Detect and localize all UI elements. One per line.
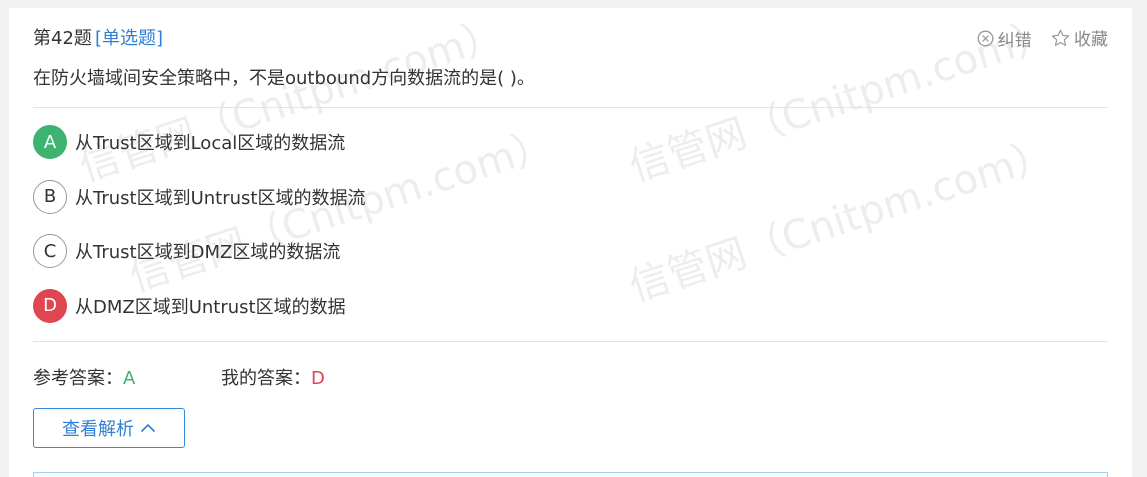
option-b[interactable]: B 从Trust区域到Untrust区域的数据流 (33, 179, 365, 215)
watermark: 信管网（Cnitpm.com） (623, 130, 1060, 312)
option-a[interactable]: A 从Trust区域到Local区域的数据流 (33, 124, 365, 160)
option-text: 从DMZ区域到Untrust区域的数据 (75, 296, 346, 318)
report-error-label: 纠错 (997, 30, 1032, 51)
question-number: 第42题 (33, 28, 92, 49)
star-icon (1051, 29, 1070, 46)
close-circle-icon (977, 30, 994, 46)
question-actions: 纠错 收藏 (963, 25, 1108, 52)
favorite-label: 收藏 (1074, 30, 1108, 50)
option-c[interactable]: C 从Trust区域到DMZ区域的数据流 (33, 233, 365, 269)
option-letter: C (33, 234, 67, 268)
my-answer-label: 我的答案： (221, 368, 311, 389)
view-analysis-button[interactable]: 查看解析 (33, 408, 185, 448)
option-text: 从Trust区域到DMZ区域的数据流 (75, 242, 341, 263)
my-answer: 我的答案：D (221, 364, 325, 390)
favorite-button[interactable]: 收藏 (1051, 25, 1108, 50)
analysis-panel (33, 472, 1108, 477)
options-list: A 从Trust区域到Local区域的数据流 B 从Trust区域到Untrus… (33, 124, 365, 342)
reference-answer-label: 参考答案： (33, 368, 123, 389)
answers-row: 参考答案：A 我的答案：D (33, 364, 325, 390)
my-answer-value: D (311, 368, 325, 389)
report-error-button[interactable]: 纠错 (977, 26, 1032, 51)
option-text: 从Trust区域到Local区域的数据流 (75, 133, 346, 154)
question-text: 在防火墙域间安全策略中，不是outbound方向数据流的是( )。 (33, 68, 535, 89)
option-d[interactable]: D 从DMZ区域到Untrust区域的数据 (33, 288, 365, 324)
reference-answer-value: A (123, 368, 136, 389)
reference-answer: 参考答案：A (33, 364, 221, 390)
question-header: 第42题 [单选题] 纠错 收藏 (33, 22, 1108, 52)
option-text: 从Trust区域到Untrust区域的数据流 (75, 187, 366, 209)
question-card: 信管网（Cnitpm.com） 信管网（Cnitpm.com） 信管网（Cnit… (9, 8, 1132, 477)
question-type: [单选题] (95, 28, 164, 49)
divider (33, 341, 1108, 342)
option-letter: A (33, 125, 67, 159)
divider (33, 107, 1108, 108)
option-letter: D (33, 288, 67, 323)
option-letter: B (33, 179, 67, 214)
view-analysis-label: 查看解析 (62, 419, 134, 440)
chevron-up-icon (140, 423, 156, 433)
